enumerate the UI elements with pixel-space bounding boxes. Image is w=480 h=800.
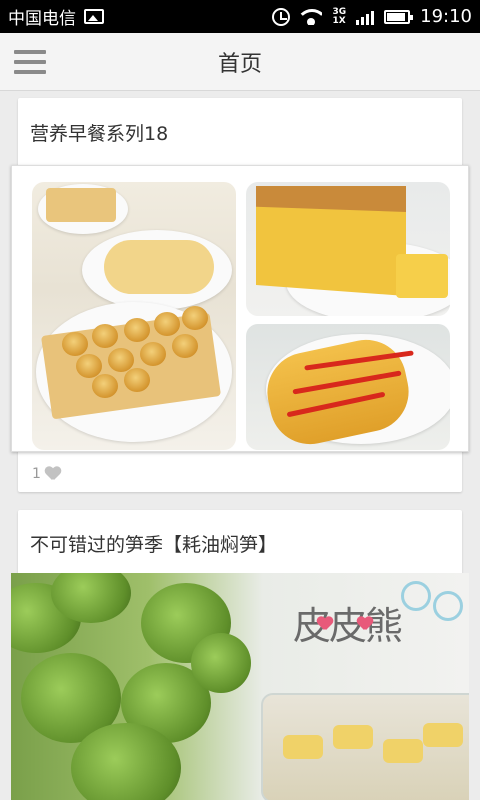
heart-icon <box>45 467 61 481</box>
alarm-icon <box>272 7 291 26</box>
recipe-title: 营养早餐系列18 <box>30 123 169 145</box>
recipe-image-collage[interactable] <box>11 165 469 452</box>
serving-bowl <box>261 693 469 800</box>
watermark-logo-text: 皮皮熊 <box>293 604 403 648</box>
clock-time: 19:10 <box>420 6 472 27</box>
status-bar: 中国电信 3G 1X 19:10 <box>0 0 480 33</box>
breakfast-photo-omelet <box>246 324 450 450</box>
recipe-image-bamboo-shoots[interactable]: 皮皮熊 <box>11 573 469 800</box>
page-title: 首页 <box>217 51 262 77</box>
like-button[interactable]: 1 <box>32 466 61 482</box>
app-bar: 首页 <box>0 33 480 91</box>
breakfast-photo-waffle <box>32 182 236 450</box>
battery-icon <box>384 9 414 24</box>
breakfast-photo-sponge-cake <box>246 182 450 316</box>
like-count: 1 <box>32 466 41 482</box>
hamburger-menu-icon[interactable] <box>14 50 46 74</box>
wifi-icon <box>300 8 323 25</box>
watermark-logo: 皮皮熊 <box>283 581 463 651</box>
carrier-label: 中国电信 <box>8 9 76 29</box>
image-notification-icon <box>84 9 104 24</box>
signal-icon <box>356 9 375 25</box>
network-type: 3G 1X <box>332 7 346 26</box>
network-type-1x: 1X <box>332 15 346 26</box>
recipe-title: 不可错过的笋季【耗油焖笋】 <box>30 534 278 556</box>
